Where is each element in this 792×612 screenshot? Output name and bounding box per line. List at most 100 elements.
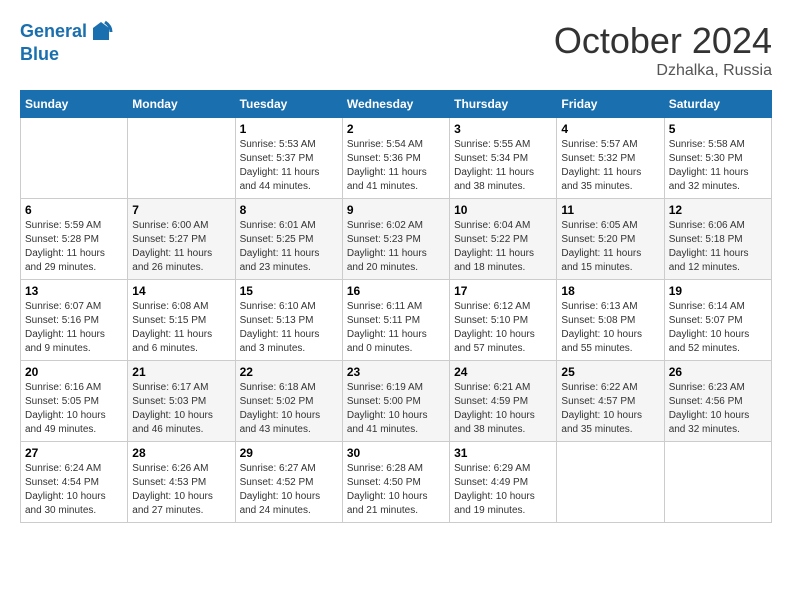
- day-number: 9: [347, 203, 445, 217]
- calendar-cell: 26 Sunrise: 6:23 AMSunset: 4:56 PMDaylig…: [664, 361, 771, 442]
- calendar-cell: 2 Sunrise: 5:54 AMSunset: 5:36 PMDayligh…: [342, 118, 449, 199]
- day-number: 29: [240, 446, 338, 460]
- calendar-cell: 27 Sunrise: 6:24 AMSunset: 4:54 PMDaylig…: [21, 442, 128, 523]
- day-info: Sunrise: 6:06 AMSunset: 5:18 PMDaylight:…: [669, 219, 767, 275]
- calendar-cell: 11 Sunrise: 6:05 AMSunset: 5:20 PMDaylig…: [557, 199, 664, 280]
- calendar-cell: 8 Sunrise: 6:01 AMSunset: 5:25 PMDayligh…: [235, 199, 342, 280]
- day-info: Sunrise: 6:16 AMSunset: 5:05 PMDaylight:…: [25, 381, 123, 437]
- day-info: Sunrise: 6:17 AMSunset: 5:03 PMDaylight:…: [132, 381, 230, 437]
- calendar-cell: [128, 118, 235, 199]
- day-number: 18: [561, 284, 659, 298]
- month-title: October 2024: [554, 20, 772, 62]
- calendar-cell: [664, 442, 771, 523]
- day-info: Sunrise: 6:22 AMSunset: 4:57 PMDaylight:…: [561, 381, 659, 437]
- day-info: Sunrise: 6:21 AMSunset: 4:59 PMDaylight:…: [454, 381, 552, 437]
- day-info: Sunrise: 6:19 AMSunset: 5:00 PMDaylight:…: [347, 381, 445, 437]
- day-number: 19: [669, 284, 767, 298]
- day-info: Sunrise: 6:18 AMSunset: 5:02 PMDaylight:…: [240, 381, 338, 437]
- header-monday: Monday: [128, 91, 235, 118]
- day-info: Sunrise: 6:26 AMSunset: 4:53 PMDaylight:…: [132, 462, 230, 518]
- calendar-cell: 19 Sunrise: 6:14 AMSunset: 5:07 PMDaylig…: [664, 280, 771, 361]
- calendar-cell: 4 Sunrise: 5:57 AMSunset: 5:32 PMDayligh…: [557, 118, 664, 199]
- day-number: 16: [347, 284, 445, 298]
- logo-icon: [89, 20, 113, 44]
- logo: General Blue: [20, 20, 113, 66]
- day-number: 30: [347, 446, 445, 460]
- calendar-cell: 29 Sunrise: 6:27 AMSunset: 4:52 PMDaylig…: [235, 442, 342, 523]
- day-number: 12: [669, 203, 767, 217]
- day-number: 13: [25, 284, 123, 298]
- day-info: Sunrise: 6:10 AMSunset: 5:13 PMDaylight:…: [240, 300, 338, 356]
- logo-text: General: [20, 21, 87, 43]
- day-number: 6: [25, 203, 123, 217]
- calendar-cell: 25 Sunrise: 6:22 AMSunset: 4:57 PMDaylig…: [557, 361, 664, 442]
- day-number: 21: [132, 365, 230, 379]
- day-number: 20: [25, 365, 123, 379]
- calendar-week-row: 6 Sunrise: 5:59 AMSunset: 5:28 PMDayligh…: [21, 199, 772, 280]
- day-number: 23: [347, 365, 445, 379]
- header-friday: Friday: [557, 91, 664, 118]
- page-header: General Blue October 2024 Dzhalka, Russi…: [20, 20, 772, 80]
- calendar-header-row: Sunday Monday Tuesday Wednesday Thursday…: [21, 91, 772, 118]
- calendar-cell: 15 Sunrise: 6:10 AMSunset: 5:13 PMDaylig…: [235, 280, 342, 361]
- calendar-cell: 21 Sunrise: 6:17 AMSunset: 5:03 PMDaylig…: [128, 361, 235, 442]
- calendar-cell: 18 Sunrise: 6:13 AMSunset: 5:08 PMDaylig…: [557, 280, 664, 361]
- day-number: 1: [240, 122, 338, 136]
- day-info: Sunrise: 6:28 AMSunset: 4:50 PMDaylight:…: [347, 462, 445, 518]
- day-info: Sunrise: 6:12 AMSunset: 5:10 PMDaylight:…: [454, 300, 552, 356]
- calendar-cell: 12 Sunrise: 6:06 AMSunset: 5:18 PMDaylig…: [664, 199, 771, 280]
- calendar-cell: 23 Sunrise: 6:19 AMSunset: 5:00 PMDaylig…: [342, 361, 449, 442]
- header-sunday: Sunday: [21, 91, 128, 118]
- calendar-cell: 7 Sunrise: 6:00 AMSunset: 5:27 PMDayligh…: [128, 199, 235, 280]
- day-info: Sunrise: 6:07 AMSunset: 5:16 PMDaylight:…: [25, 300, 123, 356]
- day-info: Sunrise: 5:54 AMSunset: 5:36 PMDaylight:…: [347, 138, 445, 194]
- day-info: Sunrise: 6:13 AMSunset: 5:08 PMDaylight:…: [561, 300, 659, 356]
- day-info: Sunrise: 6:14 AMSunset: 5:07 PMDaylight:…: [669, 300, 767, 356]
- location: Dzhalka, Russia: [554, 62, 772, 80]
- calendar-cell: 17 Sunrise: 6:12 AMSunset: 5:10 PMDaylig…: [450, 280, 557, 361]
- header-tuesday: Tuesday: [235, 91, 342, 118]
- day-info: Sunrise: 6:04 AMSunset: 5:22 PMDaylight:…: [454, 219, 552, 275]
- day-info: Sunrise: 6:08 AMSunset: 5:15 PMDaylight:…: [132, 300, 230, 356]
- day-info: Sunrise: 6:23 AMSunset: 4:56 PMDaylight:…: [669, 381, 767, 437]
- calendar-cell: 20 Sunrise: 6:16 AMSunset: 5:05 PMDaylig…: [21, 361, 128, 442]
- day-number: 28: [132, 446, 230, 460]
- day-number: 3: [454, 122, 552, 136]
- day-info: Sunrise: 6:29 AMSunset: 4:49 PMDaylight:…: [454, 462, 552, 518]
- day-number: 2: [347, 122, 445, 136]
- header-thursday: Thursday: [450, 91, 557, 118]
- calendar-cell: 22 Sunrise: 6:18 AMSunset: 5:02 PMDaylig…: [235, 361, 342, 442]
- day-info: Sunrise: 6:00 AMSunset: 5:27 PMDaylight:…: [132, 219, 230, 275]
- calendar-cell: 24 Sunrise: 6:21 AMSunset: 4:59 PMDaylig…: [450, 361, 557, 442]
- calendar-cell: 31 Sunrise: 6:29 AMSunset: 4:49 PMDaylig…: [450, 442, 557, 523]
- day-number: 4: [561, 122, 659, 136]
- calendar-cell: 10 Sunrise: 6:04 AMSunset: 5:22 PMDaylig…: [450, 199, 557, 280]
- day-info: Sunrise: 6:24 AMSunset: 4:54 PMDaylight:…: [25, 462, 123, 518]
- day-number: 26: [669, 365, 767, 379]
- day-number: 27: [25, 446, 123, 460]
- calendar-week-row: 27 Sunrise: 6:24 AMSunset: 4:54 PMDaylig…: [21, 442, 772, 523]
- calendar-week-row: 1 Sunrise: 5:53 AMSunset: 5:37 PMDayligh…: [21, 118, 772, 199]
- day-info: Sunrise: 5:53 AMSunset: 5:37 PMDaylight:…: [240, 138, 338, 194]
- calendar-cell: 6 Sunrise: 5:59 AMSunset: 5:28 PMDayligh…: [21, 199, 128, 280]
- day-number: 17: [454, 284, 552, 298]
- header-wednesday: Wednesday: [342, 91, 449, 118]
- title-block: October 2024 Dzhalka, Russia: [554, 20, 772, 80]
- header-saturday: Saturday: [664, 91, 771, 118]
- day-number: 11: [561, 203, 659, 217]
- day-number: 24: [454, 365, 552, 379]
- calendar-cell: 30 Sunrise: 6:28 AMSunset: 4:50 PMDaylig…: [342, 442, 449, 523]
- calendar-cell: [21, 118, 128, 199]
- day-info: Sunrise: 6:27 AMSunset: 4:52 PMDaylight:…: [240, 462, 338, 518]
- calendar-cell: 1 Sunrise: 5:53 AMSunset: 5:37 PMDayligh…: [235, 118, 342, 199]
- day-number: 31: [454, 446, 552, 460]
- day-info: Sunrise: 5:59 AMSunset: 5:28 PMDaylight:…: [25, 219, 123, 275]
- day-number: 14: [132, 284, 230, 298]
- calendar-table: Sunday Monday Tuesday Wednesday Thursday…: [20, 90, 772, 523]
- day-info: Sunrise: 6:01 AMSunset: 5:25 PMDaylight:…: [240, 219, 338, 275]
- day-info: Sunrise: 6:05 AMSunset: 5:20 PMDaylight:…: [561, 219, 659, 275]
- day-info: Sunrise: 6:02 AMSunset: 5:23 PMDaylight:…: [347, 219, 445, 275]
- calendar-cell: 14 Sunrise: 6:08 AMSunset: 5:15 PMDaylig…: [128, 280, 235, 361]
- day-info: Sunrise: 5:57 AMSunset: 5:32 PMDaylight:…: [561, 138, 659, 194]
- calendar-cell: 3 Sunrise: 5:55 AMSunset: 5:34 PMDayligh…: [450, 118, 557, 199]
